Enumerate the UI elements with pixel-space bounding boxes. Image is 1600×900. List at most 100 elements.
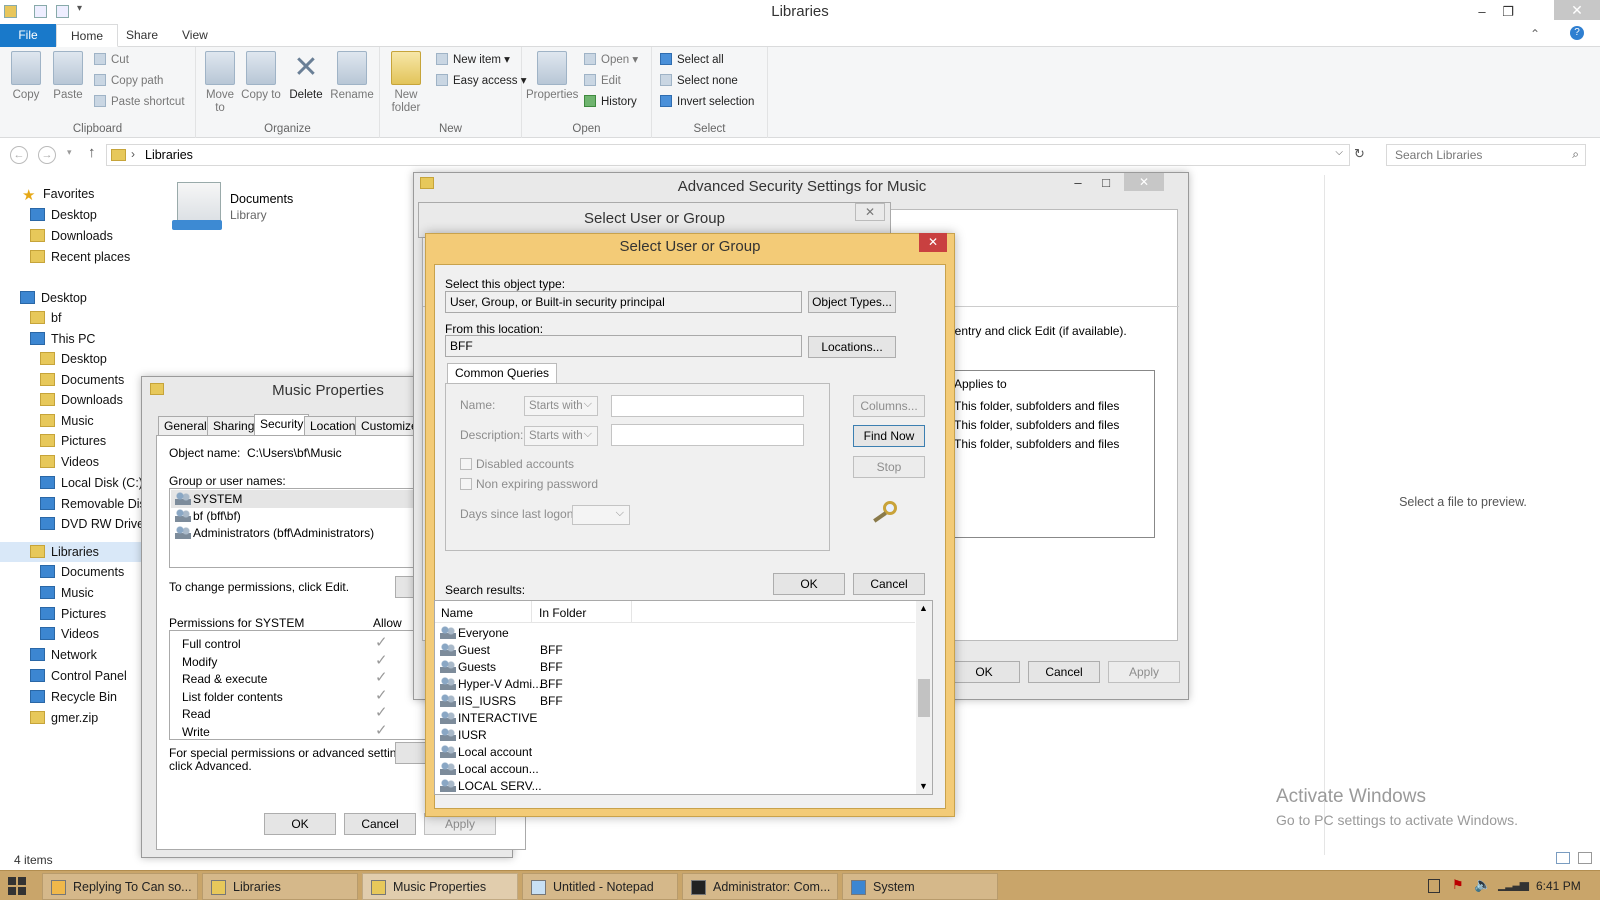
- refresh-icon[interactable]: ↻: [1354, 146, 1365, 162]
- open-button[interactable]: Open ▾: [584, 51, 638, 71]
- close-button[interactable]: ✕: [1124, 173, 1164, 191]
- nav-control-panel[interactable]: Control Panel: [30, 666, 127, 686]
- close-button[interactable]: ✕: [1554, 0, 1600, 20]
- volume-icon[interactable]: 🔈: [1474, 876, 1491, 893]
- properties-button[interactable]: Properties: [526, 51, 578, 102]
- address-field[interactable]: › Libraries ⌵: [106, 144, 1350, 166]
- adv-apply-button[interactable]: Apply: [1108, 661, 1180, 683]
- tab-file[interactable]: File: [0, 24, 56, 47]
- taskbar-item-libraries[interactable]: Libraries: [202, 873, 358, 900]
- nav-favorites[interactable]: ★ Favorites: [22, 184, 94, 204]
- easy-access-button[interactable]: Easy access ▾: [436, 72, 527, 92]
- select-all-button[interactable]: Select all: [660, 51, 724, 71]
- nav-lib-videos[interactable]: Videos: [40, 624, 99, 644]
- taskbar-item-browser[interactable]: Replying To Can so...: [42, 873, 198, 900]
- adv-cancel-button[interactable]: Cancel: [1028, 661, 1100, 683]
- tab-sharing[interactable]: Sharing: [207, 416, 261, 436]
- result-row[interactable]: Local accoun...: [435, 761, 540, 778]
- applies-to-row-1[interactable]: This folder, subfolders and files: [954, 399, 1119, 413]
- nav-pc-desktop[interactable]: Desktop: [40, 349, 107, 369]
- taskbar-item-system[interactable]: System: [842, 873, 998, 900]
- address-dropdown-icon[interactable]: ⌵: [1335, 147, 1343, 158]
- copy-button[interactable]: Copy: [6, 51, 46, 102]
- non-expiring-checkbox[interactable]: [460, 478, 472, 490]
- tab-general[interactable]: General: [158, 416, 213, 436]
- tab-common-queries[interactable]: Common Queries: [447, 363, 558, 383]
- result-row[interactable]: Hyper-V Admi...BFF: [435, 676, 563, 693]
- object-types-button[interactable]: Object Types...: [808, 291, 896, 313]
- nav-network[interactable]: Network: [30, 645, 97, 665]
- up-icon[interactable]: ↑: [88, 144, 96, 161]
- col-folder-header[interactable]: In Folder: [539, 606, 586, 620]
- edit-button[interactable]: Edit: [584, 72, 621, 92]
- nav-this-pc[interactable]: This PC: [30, 329, 95, 349]
- documents-library-icon[interactable]: [172, 182, 222, 230]
- nav-bf[interactable]: bf: [30, 308, 61, 328]
- details-view-icon[interactable]: [1556, 852, 1570, 864]
- delete-button[interactable]: ✕ Delete: [286, 51, 326, 102]
- result-row[interactable]: Guests BFF: [435, 659, 563, 676]
- stop-button[interactable]: Stop: [853, 456, 925, 478]
- select-cancel-button[interactable]: Cancel: [853, 573, 925, 595]
- cut-button[interactable]: Cut: [94, 51, 129, 71]
- scroll-down-icon[interactable]: ▼: [919, 781, 928, 791]
- paste-shortcut-button[interactable]: Paste shortcut: [94, 93, 185, 113]
- forward-icon[interactable]: →: [38, 146, 56, 164]
- rename-button[interactable]: Rename: [329, 51, 375, 102]
- minimize-ribbon-icon[interactable]: ⌃: [1530, 27, 1540, 41]
- tab-share[interactable]: Share: [112, 24, 172, 47]
- nav-pc-music[interactable]: Music: [40, 411, 94, 431]
- copy-to-button[interactable]: Copy to: [241, 51, 281, 102]
- adv-ok-button[interactable]: OK: [948, 661, 1020, 683]
- paste-button[interactable]: Paste: [48, 51, 88, 102]
- result-row[interactable]: INTERACTIVE: [435, 710, 540, 727]
- nav-libraries[interactable]: Libraries: [30, 542, 99, 562]
- nav-removable[interactable]: Removable Disl: [40, 494, 149, 514]
- tab-view[interactable]: View: [168, 24, 222, 47]
- name-input[interactable]: [611, 395, 804, 417]
- history-button[interactable]: History: [584, 93, 637, 113]
- result-row[interactable]: LOCAL SERV...: [435, 778, 542, 794]
- nav-downloads[interactable]: Downloads: [30, 226, 113, 246]
- user-item-system[interactable]: SYSTEM: [170, 491, 242, 508]
- action-center-icon[interactable]: ⚑: [1452, 877, 1464, 893]
- user-item-bf[interactable]: bf (bff\bf): [170, 508, 241, 525]
- description-filter-select[interactable]: Starts with: [524, 425, 598, 446]
- taskbar-item-music-properties[interactable]: Music Properties: [362, 873, 518, 900]
- large-icons-view-icon[interactable]: [1578, 852, 1592, 864]
- restore-button[interactable]: ❐: [1494, 2, 1522, 22]
- breadcrumb-libraries[interactable]: Libraries: [145, 148, 193, 162]
- back-icon[interactable]: ←: [10, 146, 28, 164]
- days-since-logon-select[interactable]: [572, 504, 630, 525]
- result-row[interactable]: Everyone: [435, 625, 540, 642]
- nav-lib-documents[interactable]: Documents: [40, 562, 124, 582]
- nav-local-disk[interactable]: Local Disk (C:): [40, 473, 143, 493]
- select-ok-button[interactable]: OK: [773, 573, 845, 595]
- nav-lib-music[interactable]: Music: [40, 583, 94, 603]
- user-item-administrators[interactable]: Administrators (bff\Administrators): [170, 525, 374, 542]
- close-button[interactable]: ✕: [855, 203, 885, 221]
- breadcrumb-arrow-icon[interactable]: ›: [131, 147, 135, 161]
- applies-to-row-2[interactable]: This folder, subfolders and files: [954, 418, 1119, 432]
- recent-locations-icon[interactable]: ▾: [67, 147, 72, 158]
- move-to-button[interactable]: Move to: [200, 51, 240, 115]
- name-filter-select[interactable]: Starts with: [524, 395, 598, 416]
- result-row[interactable]: IUSR: [435, 727, 540, 744]
- applies-to-row-3[interactable]: This folder, subfolders and files: [954, 437, 1119, 451]
- device-tray-icon[interactable]: [1428, 879, 1440, 893]
- nav-gmer[interactable]: gmer.zip: [30, 708, 98, 728]
- taskbar-item-notepad[interactable]: Untitled - Notepad: [522, 873, 678, 900]
- select-none-button[interactable]: Select none: [660, 72, 738, 92]
- taskbar-item-cmd[interactable]: Administrator: Com...: [682, 873, 838, 900]
- minimize-button[interactable]: –: [1468, 2, 1496, 22]
- find-now-button[interactable]: Find Now: [853, 425, 925, 447]
- documents-library-name[interactable]: Documents: [230, 192, 293, 206]
- nav-recycle-bin[interactable]: Recycle Bin: [30, 687, 117, 707]
- nav-lib-pictures[interactable]: Pictures: [40, 604, 106, 624]
- new-item-button[interactable]: New item ▾: [436, 51, 510, 71]
- nav-dvd[interactable]: DVD RW Drive (: [40, 514, 152, 534]
- col-name-header[interactable]: Name: [441, 606, 473, 620]
- result-row[interactable]: Guest BFF: [435, 642, 563, 659]
- search-input[interactable]: Search Libraries ⌕: [1386, 144, 1586, 166]
- nav-pc-downloads[interactable]: Downloads: [40, 390, 123, 410]
